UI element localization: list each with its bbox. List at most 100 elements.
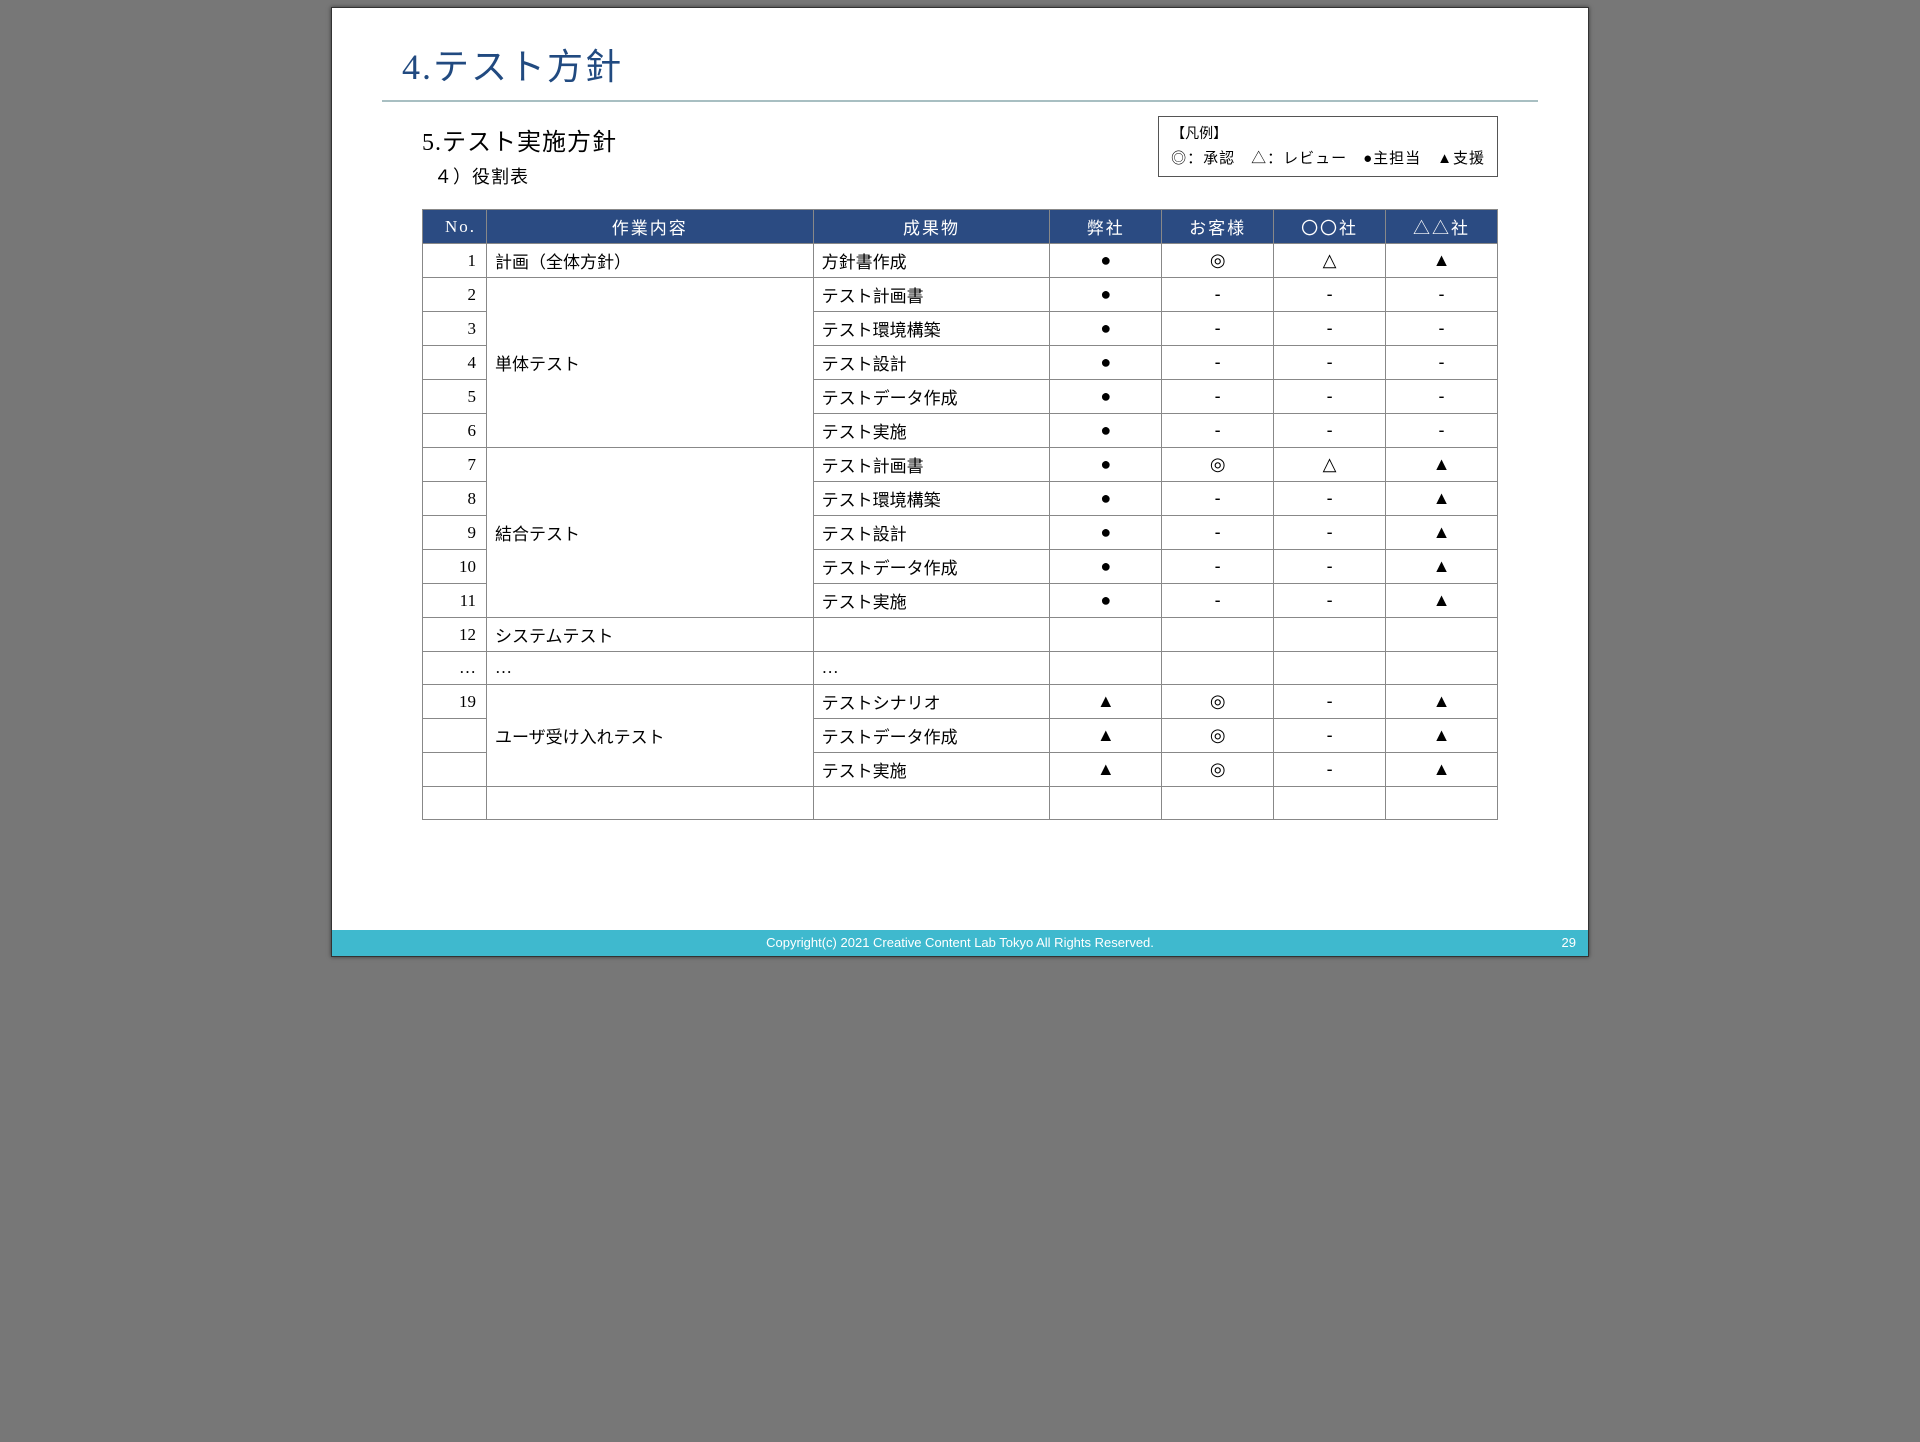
cell-c2: -: [1162, 346, 1274, 380]
footer-bar: Copyright(c) 2021 Creative Content Lab T…: [332, 930, 1588, 956]
cell-c2: ◎: [1162, 719, 1274, 753]
cell-no: 12: [423, 618, 487, 652]
cell-no: 6: [423, 414, 487, 448]
cell-c4: ▲: [1386, 753, 1498, 787]
cell-c1: ▲: [1050, 753, 1162, 787]
cell-c4: ▲: [1386, 719, 1498, 753]
cell-deliverable: テスト環境構築: [813, 482, 1050, 516]
cell-c3: -: [1274, 482, 1386, 516]
cell-c3: -: [1274, 550, 1386, 584]
cell-deliverable: 方針書作成: [813, 244, 1050, 278]
cell-c1: ●: [1050, 584, 1162, 618]
cell-c2: ◎: [1162, 753, 1274, 787]
col-work: 作業内容: [486, 210, 813, 244]
cell-no: 8: [423, 482, 487, 516]
cell-c3: -: [1274, 278, 1386, 312]
cell-c1: ●: [1050, 278, 1162, 312]
cell-no: …: [423, 652, 487, 685]
cell-c2: -: [1162, 414, 1274, 448]
cell-c3: -: [1274, 346, 1386, 380]
cell-c1: ▲: [1050, 685, 1162, 719]
cell-c2: ◎: [1162, 448, 1274, 482]
cell-c2: -: [1162, 550, 1274, 584]
legend-label: 【凡例】: [1171, 123, 1485, 143]
cell-c2: -: [1162, 380, 1274, 414]
cell-c2: -: [1162, 584, 1274, 618]
cell-c3: -: [1274, 312, 1386, 346]
cell-no: [423, 787, 487, 820]
cell-no: 2: [423, 278, 487, 312]
table-header-row: No. 作業内容 成果物 弊社 お客様 〇〇社 △△社: [423, 210, 1498, 244]
cell-c4: -: [1386, 346, 1498, 380]
cell-no: 11: [423, 584, 487, 618]
cell-c2: [1162, 618, 1274, 652]
cell-deliverable: [813, 618, 1050, 652]
cell-deliverable: テスト計画書: [813, 278, 1050, 312]
col-no: No.: [423, 210, 487, 244]
cell-c4: ▲: [1386, 550, 1498, 584]
col-c4: △△社: [1386, 210, 1498, 244]
cell-c3: △: [1274, 448, 1386, 482]
table-row: 19ユーザ受け入れテストテストシナリオ▲◎-▲: [423, 685, 1498, 719]
cell-c2: -: [1162, 312, 1274, 346]
cell-c4: ▲: [1386, 584, 1498, 618]
cell-no: 10: [423, 550, 487, 584]
cell-work: システムテスト: [486, 618, 813, 652]
cell-work: 計画（全体方針）: [486, 244, 813, 278]
cell-c1: [1050, 618, 1162, 652]
cell-c2: -: [1162, 516, 1274, 550]
cell-c1: ▲: [1050, 719, 1162, 753]
cell-deliverable: テスト計画書: [813, 448, 1050, 482]
cell-c1: ●: [1050, 516, 1162, 550]
cell-c4: [1386, 618, 1498, 652]
cell-c3: -: [1274, 685, 1386, 719]
cell-no: 5: [423, 380, 487, 414]
cell-c3: -: [1274, 753, 1386, 787]
cell-work: …: [486, 652, 813, 685]
cell-c2: ◎: [1162, 685, 1274, 719]
cell-c3: -: [1274, 584, 1386, 618]
content-area: 4.テスト方針 5.テスト実施方針 ４）役割表 【凡例】 ◎：承認 △：レビュー…: [332, 8, 1588, 820]
cell-c1: ●: [1050, 312, 1162, 346]
cell-no: 4: [423, 346, 487, 380]
cell-deliverable: テスト実施: [813, 584, 1050, 618]
table-row: 1計画（全体方針）方針書作成●◎△▲: [423, 244, 1498, 278]
cell-c1: ●: [1050, 482, 1162, 516]
cell-no: 9: [423, 516, 487, 550]
cell-deliverable: テスト環境構築: [813, 312, 1050, 346]
cell-c4: -: [1386, 380, 1498, 414]
cell-deliverable: テスト実施: [813, 753, 1050, 787]
cell-deliverable: テスト実施: [813, 414, 1050, 448]
cell-c4: [1386, 787, 1498, 820]
cell-c2: ◎: [1162, 244, 1274, 278]
cell-c1: ●: [1050, 550, 1162, 584]
cell-c4: ▲: [1386, 244, 1498, 278]
cell-c1: ●: [1050, 448, 1162, 482]
cell-deliverable: テスト設計: [813, 346, 1050, 380]
page-number: 29: [1562, 930, 1576, 956]
cell-deliverable: [813, 787, 1050, 820]
table-row: 2単体テストテスト計画書●---: [423, 278, 1498, 312]
cell-c1: [1050, 787, 1162, 820]
cell-c2: [1162, 787, 1274, 820]
cell-deliverable: テストデータ作成: [813, 550, 1050, 584]
cell-c3: -: [1274, 516, 1386, 550]
cell-c2: -: [1162, 482, 1274, 516]
cell-c1: ●: [1050, 380, 1162, 414]
table-row: [423, 787, 1498, 820]
cell-c1: [1050, 652, 1162, 685]
cell-deliverable: テストシナリオ: [813, 685, 1050, 719]
cell-no: 7: [423, 448, 487, 482]
cell-c2: [1162, 652, 1274, 685]
cell-c3: [1274, 787, 1386, 820]
col-c2: お客様: [1162, 210, 1274, 244]
cell-c3: -: [1274, 719, 1386, 753]
role-table: No. 作業内容 成果物 弊社 お客様 〇〇社 △△社 1計画（全体方針）方針書…: [422, 209, 1498, 820]
table-row: 12システムテスト: [423, 618, 1498, 652]
cell-c3: -: [1274, 414, 1386, 448]
cell-no: [423, 719, 487, 753]
sub-area: 5.テスト実施方針 ４）役割表 【凡例】 ◎：承認 △：レビュー ●主担当 ▲支…: [382, 122, 1538, 820]
cell-c4: ▲: [1386, 516, 1498, 550]
cell-work: [486, 787, 813, 820]
cell-deliverable: テストデータ作成: [813, 380, 1050, 414]
